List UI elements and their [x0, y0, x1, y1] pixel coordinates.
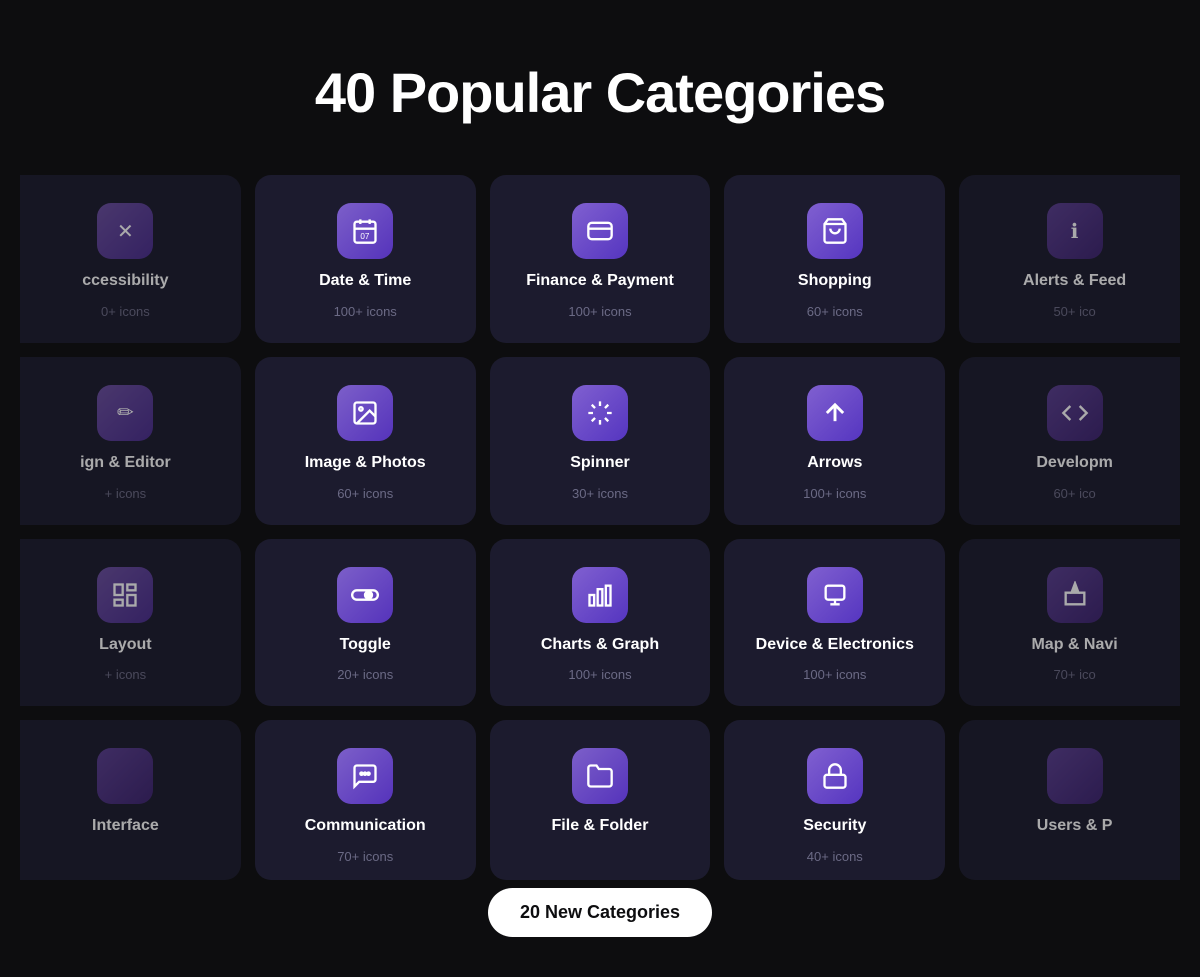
shopping-icon: [807, 203, 863, 259]
security-title: Security: [803, 816, 866, 837]
image-photos-title: Image & Photos: [305, 453, 426, 474]
design-editor-icon: ✏: [97, 385, 153, 441]
file-folder-icon: [572, 748, 628, 804]
development-subtitle: 60+ ico: [1053, 486, 1095, 501]
development-title: Developm: [1036, 453, 1112, 474]
map-navi-subtitle: 70+ ico: [1053, 667, 1095, 682]
alerts-feed-icon: ℹ: [1047, 203, 1103, 259]
device-electronics-icon: [807, 567, 863, 623]
category-card-development[interactable]: Developm 60+ ico: [959, 357, 1180, 525]
communication-subtitle: 70+ icons: [337, 849, 393, 864]
finance-payment-title: Finance & Payment: [526, 271, 674, 292]
map-navi-title: Map & Navi: [1031, 635, 1117, 656]
category-card-charts-graph[interactable]: Charts & Graph 100+ icons: [490, 539, 711, 707]
category-card-communication[interactable]: Communication 70+ icons: [255, 720, 476, 880]
communication-icon: [337, 748, 393, 804]
spinner-icon: [572, 385, 628, 441]
new-badge-wrapper: 20 New Categories: [0, 888, 1200, 937]
category-card-arrows[interactable]: Arrows 100+ icons: [724, 357, 945, 525]
device-electronics-subtitle: 100+ icons: [803, 667, 866, 682]
category-card-map-navi[interactable]: Map & Navi 70+ ico: [959, 539, 1180, 707]
category-card-device-electronics[interactable]: Device & Electronics 100+ icons: [724, 539, 945, 707]
toggle-icon: [337, 567, 393, 623]
date-time-subtitle: 100+ icons: [334, 304, 397, 319]
category-card-toggle[interactable]: Toggle 20+ icons: [255, 539, 476, 707]
device-electronics-title: Device & Electronics: [756, 635, 914, 656]
layout-icon: [97, 567, 153, 623]
category-card-security[interactable]: Security 40+ icons: [724, 720, 945, 880]
communication-title: Communication: [305, 816, 426, 837]
category-card-spinner[interactable]: Spinner 30+ icons: [490, 357, 711, 525]
alerts-feed-title: Alerts & Feed: [1023, 271, 1126, 292]
accessibility-icon: ✕: [97, 203, 153, 259]
development-icon: [1047, 385, 1103, 441]
security-icon: [807, 748, 863, 804]
arrows-title: Arrows: [807, 453, 862, 474]
date-time-title: Date & Time: [319, 271, 411, 292]
toggle-title: Toggle: [340, 635, 391, 656]
spinner-subtitle: 30+ icons: [572, 486, 628, 501]
accessibility-subtitle: 0+ icons: [101, 304, 150, 319]
page-wrapper: 40 Popular Categories ✕ ccessibility 0+ ic…: [0, 0, 1200, 977]
charts-graph-subtitle: 100+ icons: [568, 667, 631, 682]
charts-graph-icon: [572, 567, 628, 623]
image-photos-icon: [337, 385, 393, 441]
category-card-file-folder[interactable]: File & Folder: [490, 720, 711, 880]
image-photos-subtitle: 60+ icons: [337, 486, 393, 501]
category-card-alerts-feed[interactable]: ℹ Alerts & Feed 50+ ico: [959, 175, 1180, 343]
charts-graph-title: Charts & Graph: [541, 635, 659, 656]
category-card-finance-payment[interactable]: Finance & Payment 100+ icons: [490, 175, 711, 343]
accessibility-title: ccessibility: [82, 271, 168, 292]
category-card-interface[interactable]: Interface: [20, 720, 241, 880]
interface-title: Interface: [92, 816, 159, 837]
svg-text:07: 07: [361, 232, 371, 241]
category-card-users[interactable]: Users & P: [959, 720, 1180, 880]
arrows-icon: [807, 385, 863, 441]
spinner-title: Spinner: [570, 453, 630, 474]
security-subtitle: 40+ icons: [807, 849, 863, 864]
category-card-shopping[interactable]: Shopping 60+ icons: [724, 175, 945, 343]
finance-payment-subtitle: 100+ icons: [568, 304, 631, 319]
date-time-icon: 07: [337, 203, 393, 259]
category-card-date-time[interactable]: 07 Date & Time 100+ icons: [255, 175, 476, 343]
map-navi-icon: [1047, 567, 1103, 623]
design-editor-subtitle: + icons: [105, 486, 147, 501]
category-card-accessibility[interactable]: ✕ ccessibility 0+ icons: [20, 175, 241, 343]
design-editor-title: ign & Editor: [80, 453, 171, 474]
alerts-feed-subtitle: 50+ ico: [1053, 304, 1095, 319]
file-folder-title: File & Folder: [552, 816, 649, 837]
toggle-subtitle: 20+ icons: [337, 667, 393, 682]
categories-grid: ✕ ccessibility 0+ icons 07 Date & Time 100+ i…: [0, 175, 1200, 880]
layout-title: Layout: [99, 635, 151, 656]
shopping-subtitle: 60+ icons: [807, 304, 863, 319]
users-title: Users & P: [1037, 816, 1113, 837]
layout-subtitle: + icons: [105, 667, 147, 682]
category-card-image-photos[interactable]: Image & Photos 60+ icons: [255, 357, 476, 525]
users-icon: [1047, 748, 1103, 804]
category-card-layout[interactable]: Layout + icons: [20, 539, 241, 707]
interface-icon: [97, 748, 153, 804]
shopping-title: Shopping: [798, 271, 872, 292]
finance-payment-icon: [572, 203, 628, 259]
new-categories-badge[interactable]: 20 New Categories: [488, 888, 712, 937]
category-card-design-editor[interactable]: ✏ ign & Editor + icons: [20, 357, 241, 525]
arrows-subtitle: 100+ icons: [803, 486, 866, 501]
page-title: 40 Popular Categories: [0, 60, 1200, 125]
